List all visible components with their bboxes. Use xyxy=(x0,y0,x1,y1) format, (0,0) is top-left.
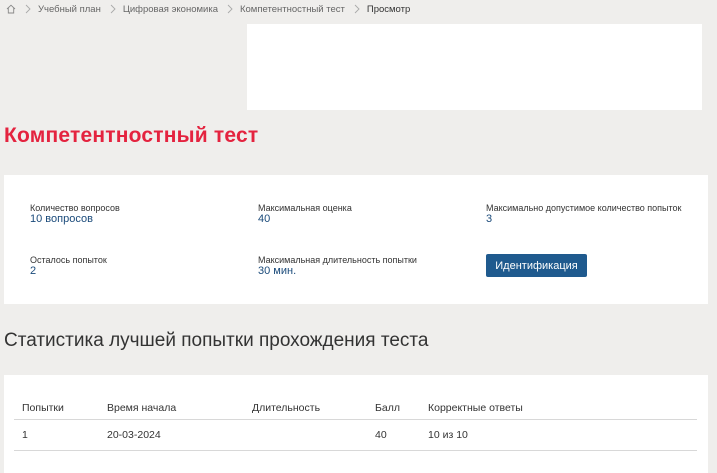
cell-start-time: 20-03-2024 xyxy=(99,419,244,451)
page-title: Компетентностный тест xyxy=(4,124,259,147)
stats-title: Статистика лучшей попытки прохождения те… xyxy=(4,330,429,351)
max-score: Максимальная оценка 40 xyxy=(258,203,352,226)
questions-count: Количество вопросов 10 вопросов xyxy=(30,203,120,226)
column-header-attempts: Попытки xyxy=(14,397,99,420)
column-header-correct: Корректные ответы xyxy=(420,397,697,420)
table-row: 1 20-03-2024 40 10 из 10 xyxy=(14,419,697,451)
remaining-attempts-label: Осталось попыток xyxy=(30,255,107,265)
column-header-score: Балл xyxy=(367,397,420,420)
questions-count-value: 10 вопросов xyxy=(30,213,93,225)
max-attempts-value: 3 xyxy=(486,213,493,225)
column-header-duration: Длительность xyxy=(244,397,367,420)
max-attempts: Максимально допустимое количество попыто… xyxy=(486,203,686,226)
cell-attempt: 1 xyxy=(14,419,99,451)
breadcrumb-current: Просмотр xyxy=(366,3,411,15)
questions-count-label: Количество вопросов xyxy=(30,203,120,213)
chevron-right-icon xyxy=(25,4,31,14)
chevron-right-icon xyxy=(354,4,360,14)
max-score-label: Максимальная оценка xyxy=(258,203,352,213)
test-info-card: Количество вопросов 10 вопросов Максимал… xyxy=(4,175,708,304)
breadcrumb-item-test[interactable]: Компетентностный тест xyxy=(240,4,345,15)
remaining-attempts-value: 2 xyxy=(30,265,37,277)
breadcrumb-item-curriculum[interactable]: Учебный план xyxy=(38,4,101,15)
cell-duration xyxy=(244,419,367,451)
cell-correct: 10 из 10 xyxy=(420,419,697,451)
table-header-row: Попытки Время начала Длительность Балл К… xyxy=(14,397,697,420)
chevron-right-icon xyxy=(227,4,233,14)
max-attempts-label: Максимально допустимое количество попыто… xyxy=(486,203,682,213)
identification-button[interactable]: Идентификация xyxy=(486,254,587,277)
chevron-right-icon xyxy=(110,4,116,14)
max-duration-value: 30 мин. xyxy=(258,265,297,277)
stats-table: Попытки Время начала Длительность Балл К… xyxy=(14,397,697,451)
banner-area xyxy=(247,24,702,110)
breadcrumb-item-course[interactable]: Цифровая экономика xyxy=(123,4,218,15)
home-icon[interactable] xyxy=(6,4,16,14)
remaining-attempts: Осталось попыток 2 xyxy=(30,255,107,278)
cell-score: 40 xyxy=(367,419,420,451)
column-header-start-time: Время начала xyxy=(99,397,244,420)
max-duration: Максимальная длительность попытки 30 мин… xyxy=(258,255,417,278)
max-duration-label: Максимальная длительность попытки xyxy=(258,255,417,265)
breadcrumb: Учебный план Цифровая экономика Компетен… xyxy=(6,2,410,16)
stats-table-card: Попытки Время начала Длительность Балл К… xyxy=(4,375,708,473)
max-score-value: 40 xyxy=(258,213,271,225)
